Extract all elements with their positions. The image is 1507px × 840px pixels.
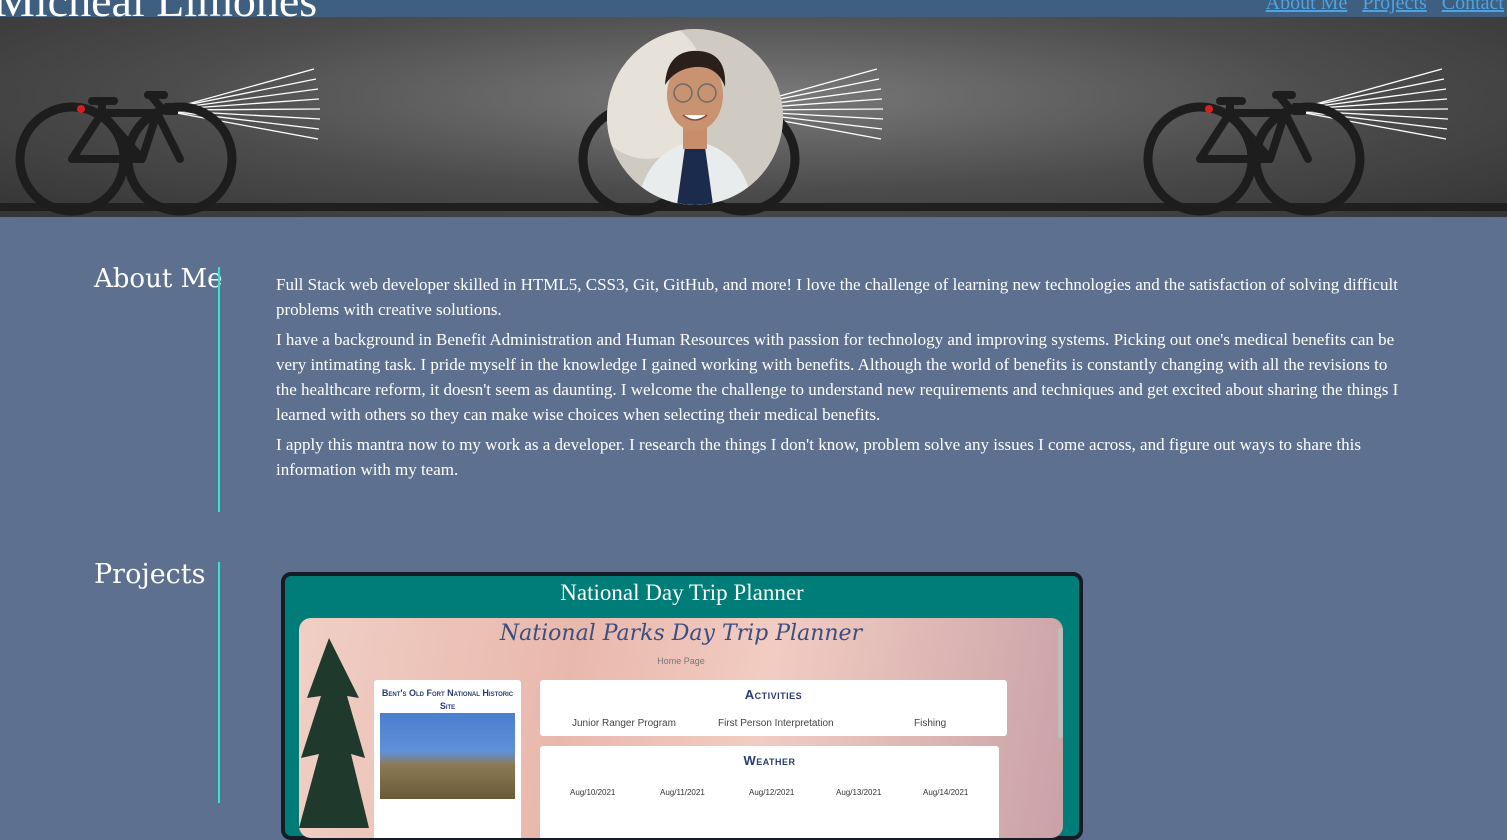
- activity-item: First Person Interpretation: [718, 718, 834, 729]
- activities-heading: Activities: [744, 687, 803, 702]
- pine-tree-icon: [299, 638, 369, 828]
- park-card: Bent's Old Fort National Historic Site: [374, 680, 521, 838]
- park-photo: [380, 713, 515, 799]
- nav-link-projects[interactable]: Projects: [1362, 0, 1426, 15]
- project-card[interactable]: National Day Trip Planner National Parks…: [281, 572, 1083, 840]
- screenshot-scrollbar: [1058, 628, 1063, 738]
- weather-day: Aug/11/2021: [660, 788, 705, 797]
- about-paragraph: I apply this mantra now to my work as a …: [276, 435, 1361, 479]
- park-name: Bent's Old Fort National Historic Site: [381, 688, 514, 711]
- activities-panel: Activities Junior Ranger Program First P…: [540, 680, 1007, 736]
- weather-day: Aug/10/2021: [570, 788, 616, 797]
- about-divider: [218, 267, 220, 512]
- about-title: About Me: [94, 264, 223, 294]
- activity-item: Junior Ranger Program: [572, 718, 676, 729]
- nav-link-about[interactable]: About Me: [1266, 0, 1348, 15]
- app-subtitle: Home Page: [657, 656, 705, 666]
- top-nav-bar: Micheal Limones About Me Projects Contac…: [0, 0, 1507, 24]
- about-text: Full Stack web developer skilled in HTML…: [276, 272, 1406, 487]
- nav-link-contact[interactable]: Contact: [1442, 0, 1504, 15]
- profile-photo-icon: [607, 29, 783, 205]
- hero-banner: [0, 17, 1507, 217]
- project-screenshot[interactable]: National Parks Day Trip Planner Home Pag…: [299, 618, 1063, 838]
- activity-item: Fishing: [914, 718, 947, 729]
- about-paragraph: I have a background in Benefit Administr…: [276, 330, 1399, 424]
- projects-divider: [218, 562, 220, 803]
- app-title: National Parks Day Trip Planner: [499, 621, 863, 646]
- main-nav: About Me Projects Contact: [1266, 0, 1504, 15]
- projects-title: Projects: [94, 559, 206, 590]
- avatar: [607, 29, 783, 205]
- weather-day: Aug/12/2021: [749, 788, 795, 797]
- weather-day: Aug/13/2021: [836, 788, 882, 797]
- weather-heading: Weather: [743, 753, 796, 768]
- weather-panel: Weather Aug/10/2021 Aug/11/2021 Aug/12/2…: [540, 746, 999, 838]
- about-paragraph: Full Stack web developer skilled in HTML…: [276, 275, 1398, 319]
- weather-day: Aug/14/2021: [923, 788, 969, 797]
- project-title: National Day Trip Planner: [560, 580, 804, 605]
